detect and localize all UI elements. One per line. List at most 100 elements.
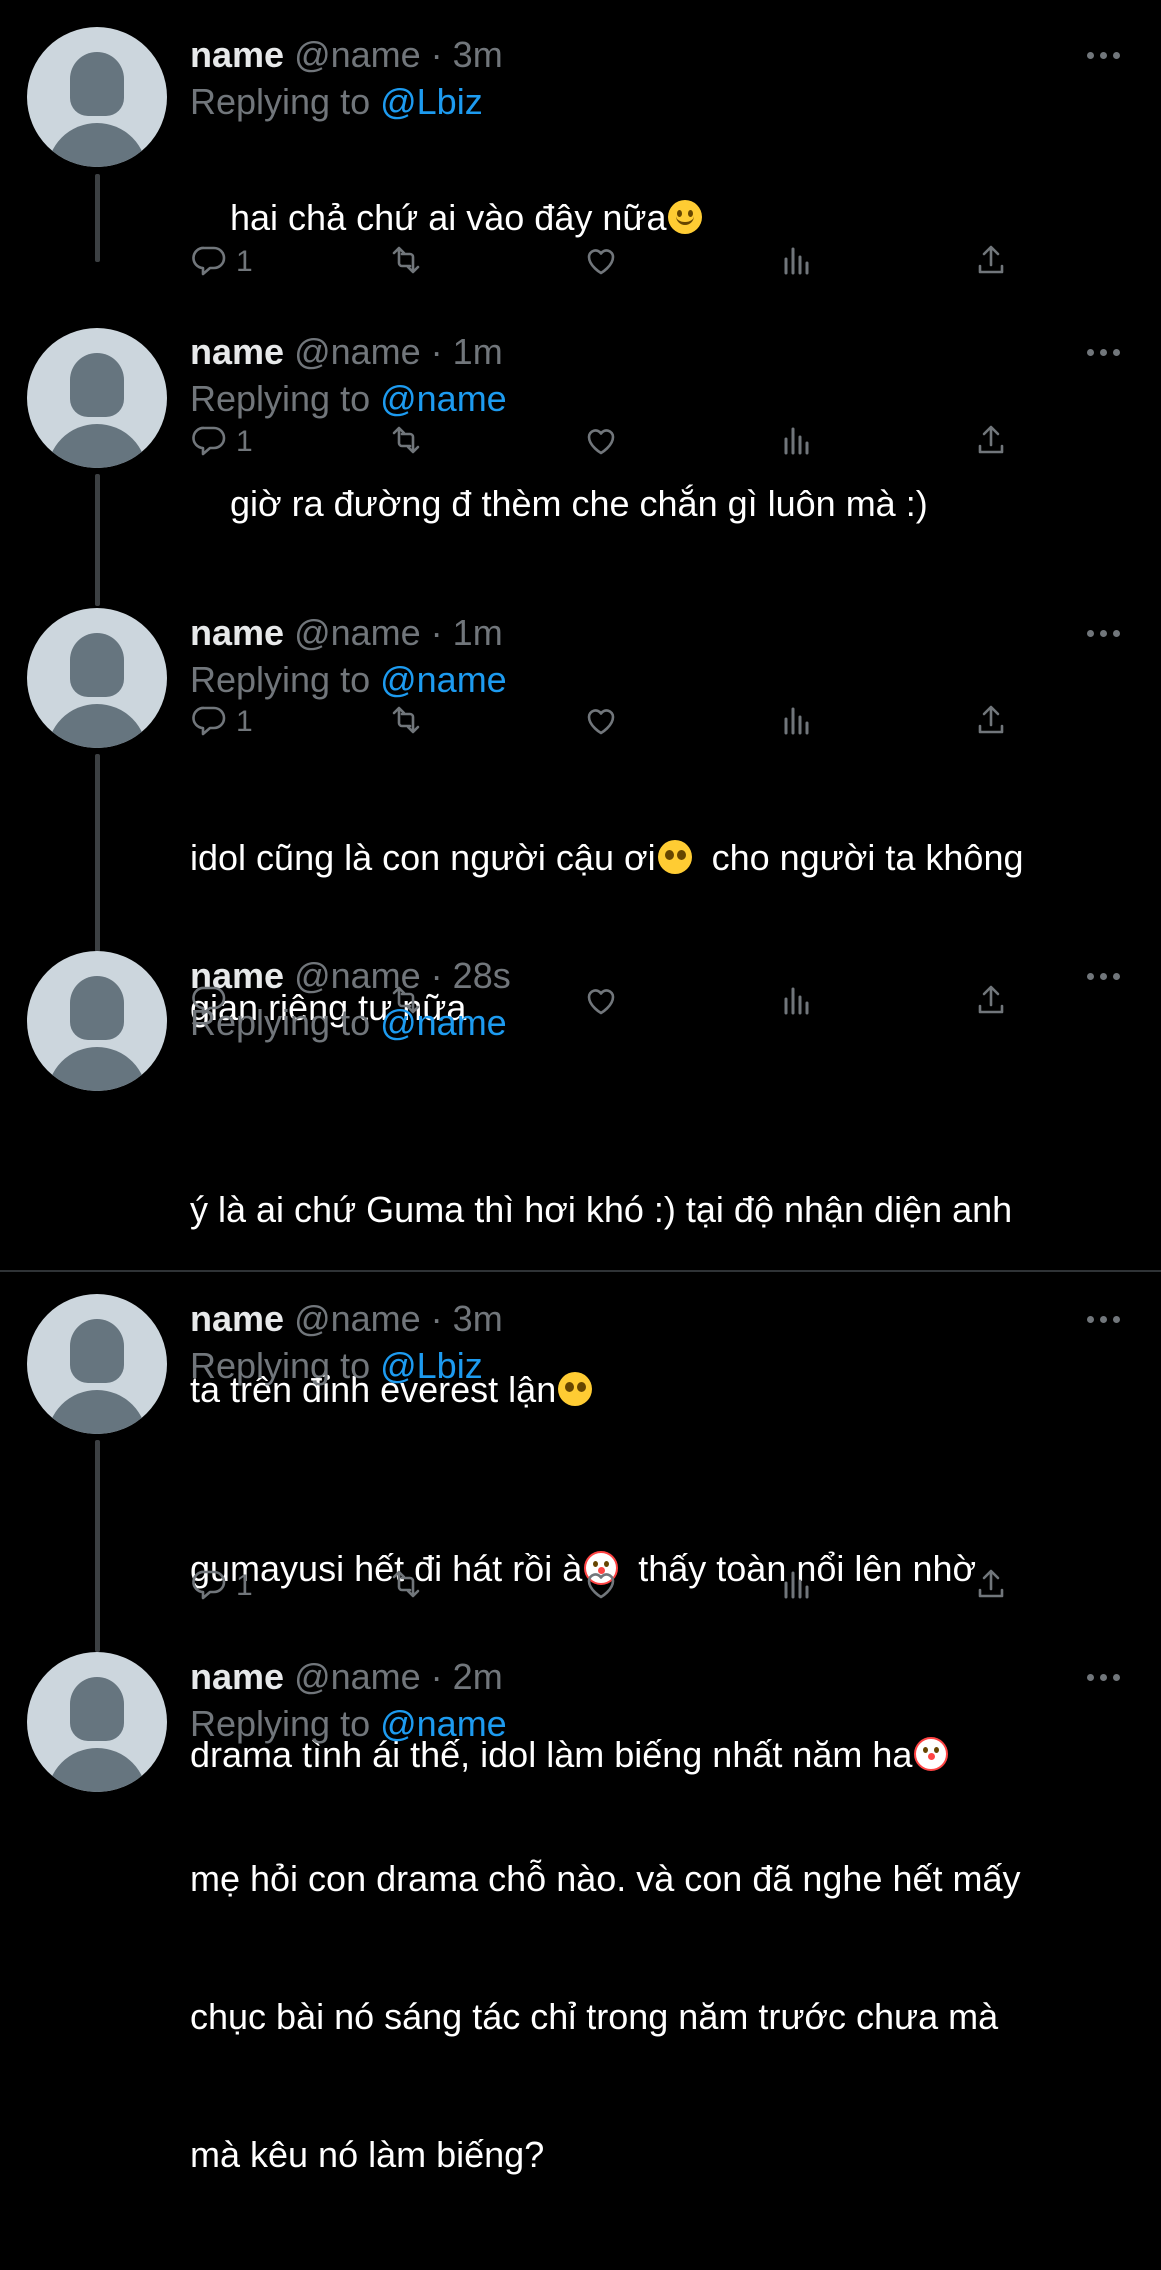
analytics-icon [775, 699, 817, 746]
separator: · [420, 34, 453, 75]
reply-button[interactable]: 1 [190, 1564, 253, 1608]
share-button[interactable] [970, 980, 1012, 1024]
analytics-button[interactable] [775, 1564, 817, 1608]
display-name[interactable]: name [190, 1656, 284, 1697]
display-name[interactable]: name [190, 612, 284, 653]
slightly-smiling-face-icon [668, 200, 703, 234]
share-icon [970, 1563, 1012, 1610]
timestamp[interactable]: 1m [453, 612, 503, 653]
like-button[interactable] [580, 420, 622, 464]
replying-to: Replying to @Lbiz [190, 1345, 483, 1387]
handle[interactable]: @name [294, 612, 421, 653]
like-icon [580, 239, 622, 286]
separator: · [420, 612, 453, 653]
reply-button[interactable]: 1 [190, 700, 253, 744]
avatar[interactable] [27, 608, 167, 748]
tweet-text-line-1: ý là ai chứ Guma thì hơi khó :) tại độ n… [190, 1189, 1013, 1230]
tweet-text-content: hai chả chứ ai vào đây nữa [230, 197, 667, 238]
tweet-text: mẹ hỏi con drama chỗ nào. và con đã nghe… [190, 1764, 1120, 2270]
share-button[interactable] [970, 700, 1012, 744]
tweet-header: name @name · 2m [190, 1656, 503, 1698]
handle[interactable]: @name [294, 331, 421, 372]
reply-icon [190, 979, 232, 1026]
analytics-button[interactable] [775, 240, 817, 284]
timestamp[interactable]: 3m [453, 1298, 503, 1339]
like-icon [580, 699, 622, 746]
mention-link[interactable]: @Lbiz [380, 81, 483, 122]
share-icon [970, 699, 1012, 746]
display-name[interactable]: name [190, 1298, 284, 1339]
more-icon[interactable] [1087, 630, 1121, 638]
mention-link[interactable]: @name [380, 378, 507, 419]
handle[interactable]: @name [294, 34, 421, 75]
tweet-text-line-2: chục bài nó sáng tác chỉ trong năm trước… [190, 1996, 999, 2037]
like-button[interactable] [580, 980, 622, 1024]
share-button[interactable] [970, 1564, 1012, 1608]
thread-line [95, 474, 100, 606]
separator: · [420, 331, 453, 372]
avatar[interactable] [27, 951, 167, 1091]
more-icon[interactable] [1087, 349, 1121, 357]
like-button[interactable] [580, 1564, 622, 1608]
reply-icon [190, 699, 232, 746]
retweet-button[interactable] [385, 980, 427, 1024]
tweet-header: name @name · 28s [190, 955, 511, 997]
retweet-icon [385, 419, 427, 466]
reply-icon [190, 239, 232, 286]
tweet-header: name @name · 1m [190, 331, 503, 373]
share-button[interactable] [970, 420, 1012, 464]
avatar[interactable] [27, 27, 167, 167]
timestamp[interactable]: 1m [453, 331, 503, 372]
more-icon[interactable] [1087, 52, 1121, 60]
tweet-header: name @name · 3m [190, 34, 503, 76]
like-button[interactable] [580, 700, 622, 744]
thread-line [95, 174, 100, 262]
retweet-icon [385, 1563, 427, 1610]
replying-to-label: Replying to [190, 1345, 381, 1386]
retweet-button[interactable] [385, 420, 427, 464]
reply-button[interactable]: 1 [190, 420, 253, 464]
avatar[interactable] [27, 1294, 167, 1434]
analytics-button[interactable] [775, 700, 817, 744]
replying-to-label: Replying to [190, 81, 381, 122]
tweet-header: name @name · 3m [190, 1298, 503, 1340]
analytics-button[interactable] [775, 980, 817, 1024]
more-icon[interactable] [1087, 1674, 1121, 1682]
handle[interactable]: @name [294, 1298, 421, 1339]
replying-to: Replying to @name [190, 1703, 507, 1745]
share-icon [970, 419, 1012, 466]
like-button[interactable] [580, 240, 622, 284]
mention-link[interactable]: @name [380, 659, 507, 700]
mention-link[interactable]: @name [380, 1703, 507, 1744]
reply-count: 1 [236, 705, 253, 738]
share-button[interactable] [970, 240, 1012, 284]
avatar[interactable] [27, 1652, 167, 1792]
replying-to-label: Replying to [190, 1703, 381, 1744]
retweet-icon [385, 699, 427, 746]
timestamp[interactable]: 28s [453, 955, 511, 996]
retweet-button[interactable] [385, 700, 427, 744]
avatar[interactable] [27, 328, 167, 468]
replying-to: Replying to @name [190, 378, 507, 420]
thread-line [95, 1440, 100, 1652]
replying-to-label: Replying to [190, 378, 381, 419]
display-name[interactable]: name [190, 331, 284, 372]
display-name[interactable]: name [190, 34, 284, 75]
retweet-button[interactable] [385, 240, 427, 284]
analytics-button[interactable] [775, 420, 817, 464]
more-icon[interactable] [1087, 973, 1121, 981]
analytics-icon [775, 419, 817, 466]
timestamp[interactable]: 2m [453, 1656, 503, 1697]
retweet-icon [385, 239, 427, 286]
analytics-icon [775, 239, 817, 286]
replying-to: Replying to @name [190, 659, 507, 701]
timestamp[interactable]: 3m [453, 34, 503, 75]
reply-count: 1 [236, 425, 253, 458]
reply-button[interactable] [190, 980, 236, 1024]
mention-link[interactable]: @Lbiz [380, 1345, 483, 1386]
more-icon[interactable] [1087, 1316, 1121, 1324]
retweet-button[interactable] [385, 1564, 427, 1608]
reply-count: 1 [236, 1569, 253, 1602]
reply-button[interactable]: 1 [190, 240, 253, 284]
handle[interactable]: @name [294, 1656, 421, 1697]
